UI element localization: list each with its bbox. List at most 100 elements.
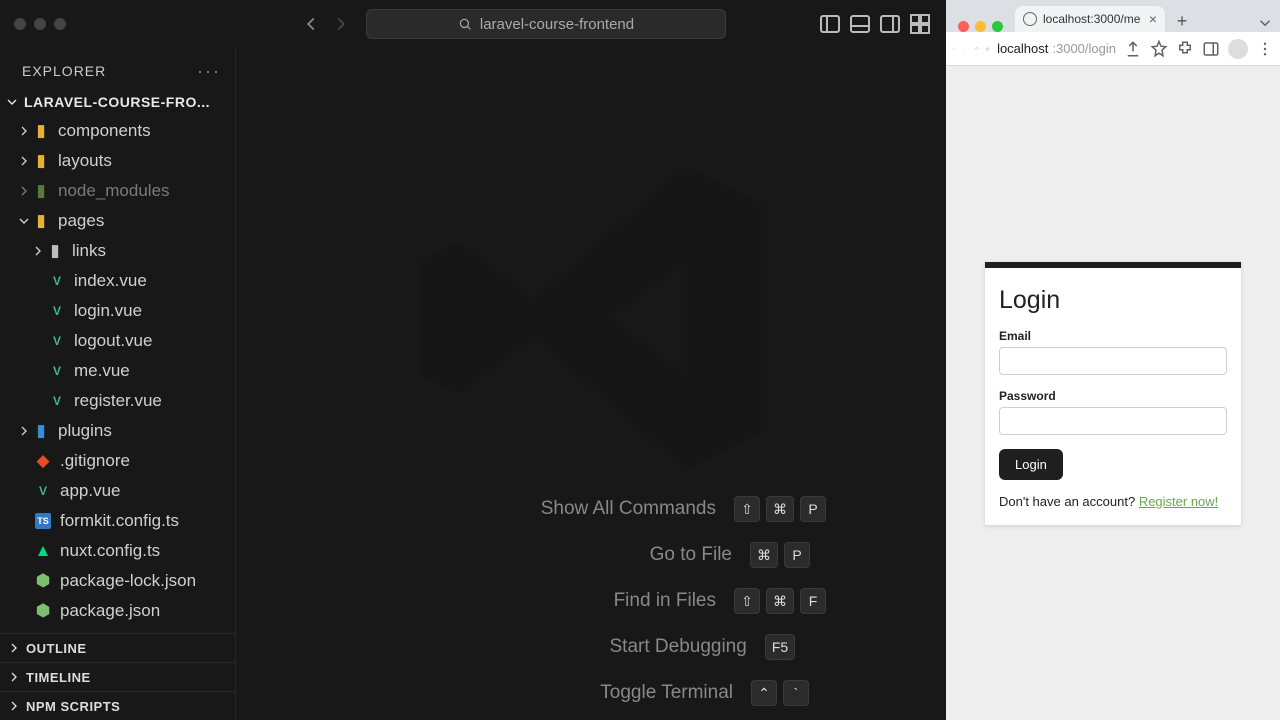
chrome-window: localhost:3000/me × + localhost:3000/log…	[946, 0, 1280, 720]
tab-dropdown-icon[interactable]	[1256, 14, 1274, 32]
close-tab-icon[interactable]: ×	[1149, 11, 1157, 27]
share-icon[interactable]	[1124, 40, 1142, 58]
command-center[interactable]: laravel-course-frontend	[366, 9, 726, 39]
reload-icon[interactable]	[975, 40, 978, 58]
email-field[interactable]	[999, 347, 1227, 375]
minimize-dot[interactable]	[34, 18, 46, 30]
shortcut-go-to-file: Go to File ⌘P	[372, 542, 810, 568]
fullscreen-dot[interactable]	[54, 18, 66, 30]
forward-icon[interactable]	[330, 13, 352, 35]
vscode-watermark-icon	[401, 128, 781, 513]
folder-icon: ▮	[32, 182, 50, 200]
chevron-down-icon	[4, 94, 20, 110]
register-link[interactable]: Register now!	[1139, 494, 1218, 509]
explorer-title: EXPLORER	[22, 63, 106, 79]
vue-icon: V	[48, 362, 66, 380]
file-formkit-config[interactable]: TSformkit.config.ts	[0, 506, 235, 536]
file-tree: ▮components ▮layouts ▮node_modules ▮page…	[0, 116, 235, 633]
layout-controls	[818, 12, 932, 36]
close-dot[interactable]	[958, 21, 969, 32]
fullscreen-dot[interactable]	[992, 21, 1003, 32]
chevron-right-icon	[16, 183, 32, 199]
toggle-secondary-sidebar-icon[interactable]	[878, 12, 902, 36]
file-index-vue[interactable]: Vindex.vue	[0, 266, 235, 296]
password-label: Password	[999, 389, 1227, 403]
file-package-lock[interactable]: ⬢package-lock.json	[0, 566, 235, 596]
git-icon: ◆	[34, 452, 52, 470]
toggle-primary-sidebar-icon[interactable]	[818, 12, 842, 36]
shortcut-find-in-files: Find in Files ⇧⌘F	[356, 588, 826, 614]
chevron-right-icon	[16, 123, 32, 139]
new-tab-button[interactable]: +	[1171, 10, 1193, 32]
vue-icon: V	[48, 332, 66, 350]
file-package-json[interactable]: ⬢package.json	[0, 596, 235, 626]
minimize-dot[interactable]	[975, 21, 986, 32]
profile-avatar[interactable]	[1228, 39, 1248, 59]
file-me-vue[interactable]: Vme.vue	[0, 356, 235, 386]
folder-components[interactable]: ▮components	[0, 116, 235, 146]
vue-icon: V	[48, 392, 66, 410]
folder-links[interactable]: ▮links	[0, 236, 235, 266]
folder-icon: ▮	[32, 422, 50, 440]
password-field[interactable]	[999, 407, 1227, 435]
back-icon[interactable]	[300, 13, 322, 35]
address-bar: localhost:3000/login	[946, 32, 1280, 66]
file-nuxt-config[interactable]: ▲nuxt.config.ts	[0, 536, 235, 566]
json-icon: ⬢	[34, 602, 52, 620]
editor-area: Show All Commands ⇧⌘P Go to File ⌘P Find…	[236, 48, 946, 720]
traffic-lights	[14, 18, 66, 30]
side-panel-icon[interactable]	[1202, 40, 1220, 58]
extensions-icon[interactable]	[1176, 40, 1194, 58]
json-icon: ⬢	[34, 572, 52, 590]
menu-icon[interactable]	[1256, 40, 1274, 58]
folder-icon: ▮	[32, 152, 50, 170]
browser-tab[interactable]: localhost:3000/me ×	[1015, 6, 1165, 32]
file-login-vue[interactable]: Vlogin.vue	[0, 296, 235, 326]
tabstrip: localhost:3000/me × +	[946, 0, 1280, 32]
explorer-sidebar: EXPLORER ··· LARAVEL-COURSE-FRO... ▮comp…	[0, 48, 236, 720]
customize-layout-icon[interactable]	[908, 12, 932, 36]
email-label: Email	[999, 329, 1227, 343]
file-gitignore[interactable]: ◆.gitignore	[0, 446, 235, 476]
project-name: laravel-course-frontend	[480, 16, 634, 33]
chevron-right-icon	[16, 423, 32, 439]
vue-icon: V	[48, 272, 66, 290]
chevron-right-icon	[6, 640, 22, 656]
folder-node-modules[interactable]: ▮node_modules	[0, 176, 235, 206]
site-info-icon[interactable]	[986, 40, 989, 58]
vue-icon: V	[34, 482, 52, 500]
shortcut-all-commands: Show All Commands ⇧⌘P	[356, 496, 826, 522]
register-prompt: Don't have an account? Register now!	[999, 494, 1227, 509]
folder-pages[interactable]: ▮pages	[0, 206, 235, 236]
file-logout-vue[interactable]: Vlogout.vue	[0, 326, 235, 356]
toggle-panel-icon[interactable]	[848, 12, 872, 36]
login-button[interactable]: Login	[999, 449, 1063, 480]
chevron-down-icon	[16, 213, 32, 229]
nuxt-icon: ▲	[34, 542, 52, 560]
globe-icon	[1023, 12, 1037, 26]
file-app-vue[interactable]: Vapp.vue	[0, 476, 235, 506]
bookmark-icon[interactable]	[1150, 40, 1168, 58]
file-register-vue[interactable]: Vregister.vue	[0, 386, 235, 416]
tab-title: localhost:3000/me	[1043, 12, 1140, 26]
timeline-section[interactable]: TIMELINE	[0, 662, 235, 691]
shortcut-start-debugging: Start Debugging F5	[387, 634, 795, 660]
login-card: Login Email Password Login Don't have an…	[985, 262, 1241, 525]
titlebar: laravel-course-frontend	[0, 0, 946, 48]
npm-scripts-section[interactable]: NPM SCRIPTS	[0, 691, 235, 720]
vue-icon: V	[48, 302, 66, 320]
chevron-right-icon	[6, 698, 22, 714]
project-label: LARAVEL-COURSE-FRO...	[24, 94, 210, 110]
back-icon[interactable]	[952, 40, 955, 58]
folder-icon: ▮	[32, 122, 50, 140]
outline-section[interactable]: OUTLINE	[0, 633, 235, 662]
close-dot[interactable]	[14, 18, 26, 30]
ts-icon: TS	[34, 512, 52, 530]
explorer-more-icon[interactable]: ···	[197, 62, 221, 80]
folder-layouts[interactable]: ▮layouts	[0, 146, 235, 176]
project-root[interactable]: LARAVEL-COURSE-FRO...	[0, 90, 235, 116]
folder-plugins[interactable]: ▮plugins	[0, 416, 235, 446]
forward-icon[interactable]	[963, 40, 966, 58]
url-field[interactable]: localhost:3000/login	[997, 41, 1116, 56]
chevron-right-icon	[16, 153, 32, 169]
